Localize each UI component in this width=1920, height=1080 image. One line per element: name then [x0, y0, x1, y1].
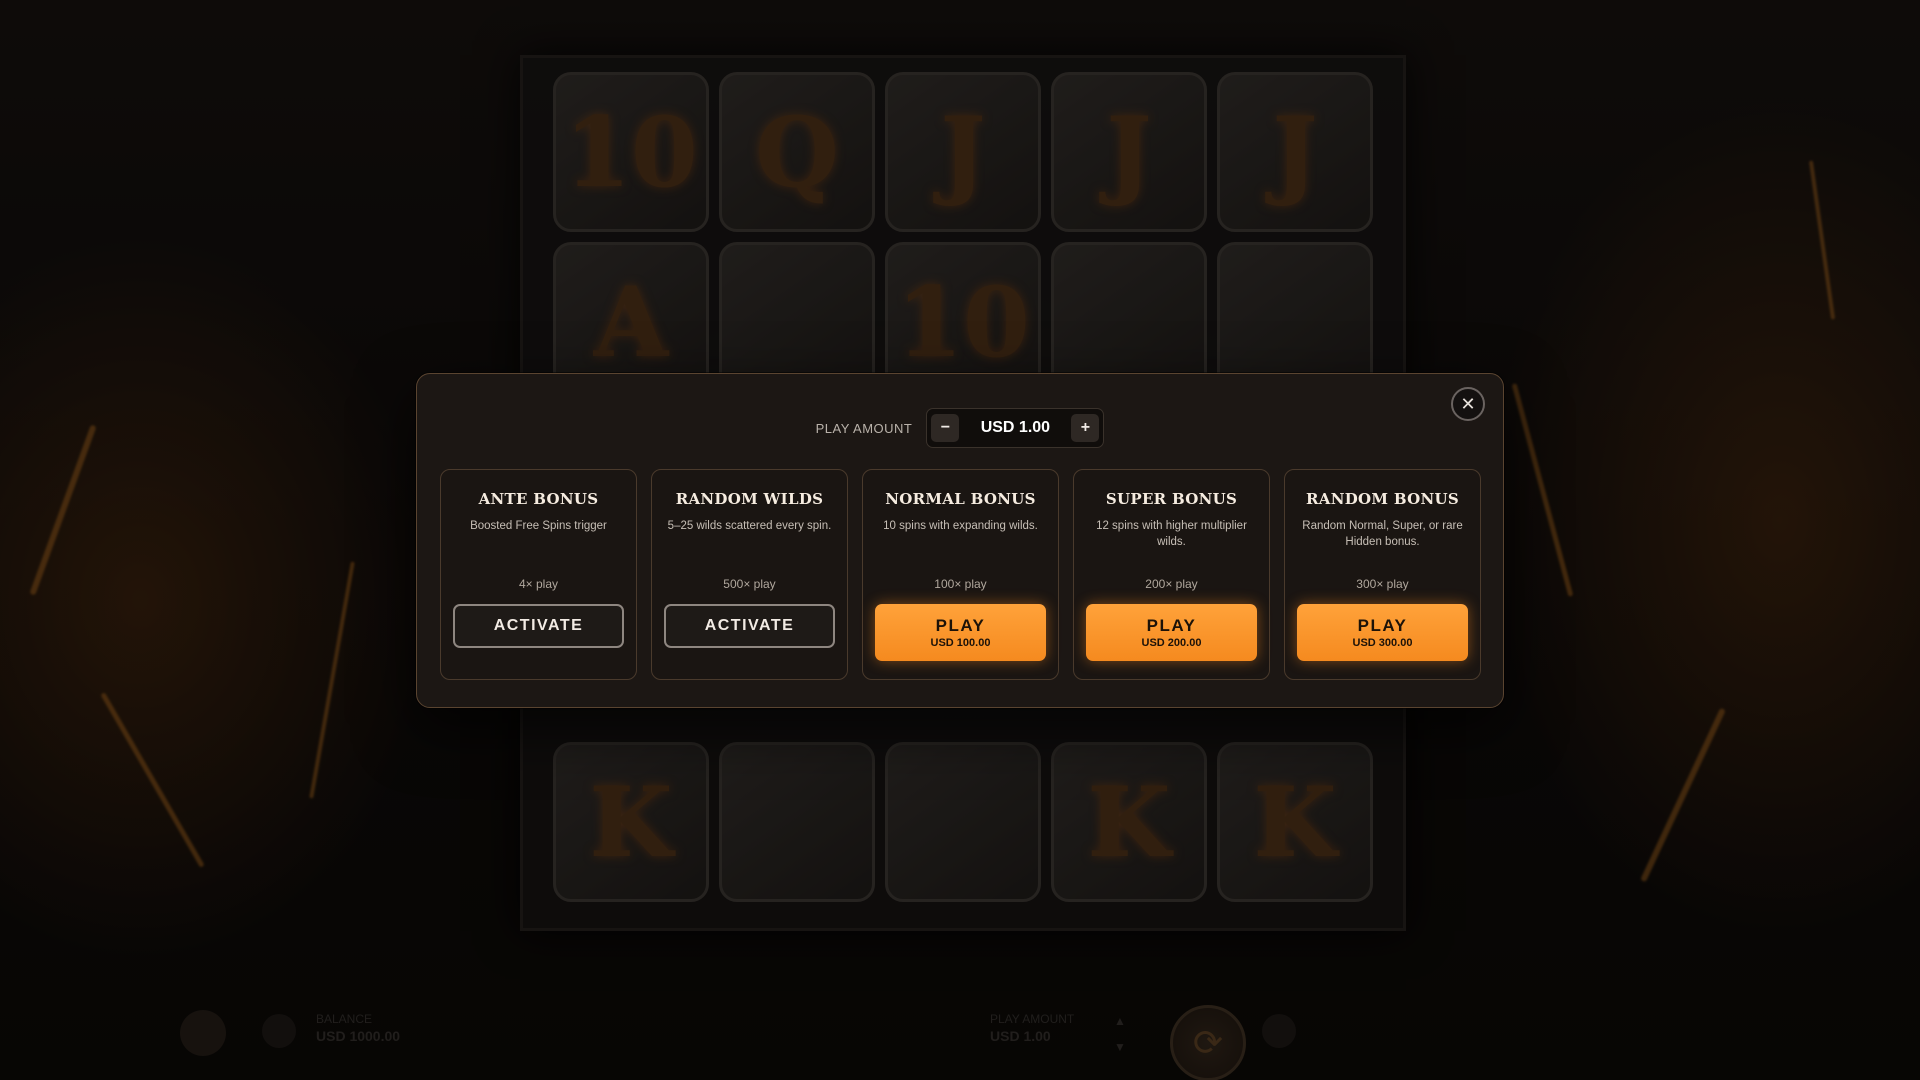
card-title: ANTE BONUS — [478, 490, 599, 508]
card-title: NORMAL BONUS — [885, 490, 1036, 508]
bonus-buy-modal: ✕ PLAY AMOUNT − USD 1.00 + ANTE BONUS Bo… — [416, 373, 1504, 708]
play-button-label: PLAY — [1357, 615, 1408, 635]
game-stage: 10 Q J J J A 10 K K K BALANCE USD 1000.0… — [0, 0, 1920, 1080]
card-description: Boosted Free Spins trigger — [470, 520, 607, 532]
card-description: 5–25 wilds scattered every spin. — [667, 520, 832, 532]
bonus-card-normal: NORMAL BONUS 10 spins with expanding wil… — [862, 469, 1059, 680]
play-button-label: PLAY — [1146, 615, 1197, 635]
card-title: RANDOM WILDS — [675, 490, 824, 508]
decrease-button[interactable]: − — [931, 414, 960, 442]
bonus-card-random-wilds: RANDOM WILDS 5–25 wilds scattered every … — [651, 469, 848, 680]
bonus-card-ante: ANTE BONUS Boosted Free Spins trigger 4×… — [440, 469, 637, 680]
card-description: 10 spins with expanding wilds. — [883, 520, 1038, 532]
increase-button[interactable]: + — [1071, 414, 1100, 442]
card-multiplier: 100× play — [934, 577, 987, 591]
plus-icon: + — [1080, 419, 1091, 436]
play-button-amount: USD 300.00 — [1352, 636, 1413, 649]
play-amount-stepper: − USD 1.00 + — [926, 408, 1105, 448]
card-description: 12 spins with higher multiplier wilds. — [1096, 520, 1247, 548]
card-title: RANDOM BONUS — [1306, 490, 1459, 508]
card-description: Random Normal, Super, or rare Hidden bon… — [1302, 520, 1463, 548]
card-multiplier: 200× play — [1145, 577, 1198, 591]
card-multiplier: 300× play — [1356, 577, 1409, 591]
play-button-amount: USD 100.00 — [930, 636, 991, 649]
play-amount-row: PLAY AMOUNT − USD 1.00 + — [417, 408, 1503, 448]
play-normal-bonus-button[interactable]: PLAY USD 100.00 — [875, 604, 1046, 661]
card-multiplier: 500× play — [723, 577, 776, 591]
play-amount-value: USD 1.00 — [980, 419, 1051, 436]
activate-ante-button[interactable]: ACTIVATE — [453, 604, 624, 648]
activate-random-wilds-button[interactable]: ACTIVATE — [664, 604, 835, 648]
play-random-bonus-button[interactable]: PLAY USD 300.00 — [1297, 604, 1468, 661]
play-amount-label: PLAY AMOUNT — [815, 420, 913, 436]
play-button-amount: USD 200.00 — [1141, 636, 1202, 649]
card-multiplier: 4× play — [518, 577, 559, 591]
bonus-card-super: SUPER BONUS 12 spins with higher multipl… — [1073, 469, 1270, 680]
bonus-cards: ANTE BONUS Boosted Free Spins trigger 4×… — [440, 469, 1481, 680]
play-button-label: PLAY — [935, 615, 986, 635]
card-title: SUPER BONUS — [1105, 490, 1238, 508]
minus-icon: − — [940, 419, 951, 436]
bonus-card-random-bonus: RANDOM BONUS Random Normal, Super, or ra… — [1284, 469, 1481, 680]
play-super-bonus-button[interactable]: PLAY USD 200.00 — [1086, 604, 1257, 661]
